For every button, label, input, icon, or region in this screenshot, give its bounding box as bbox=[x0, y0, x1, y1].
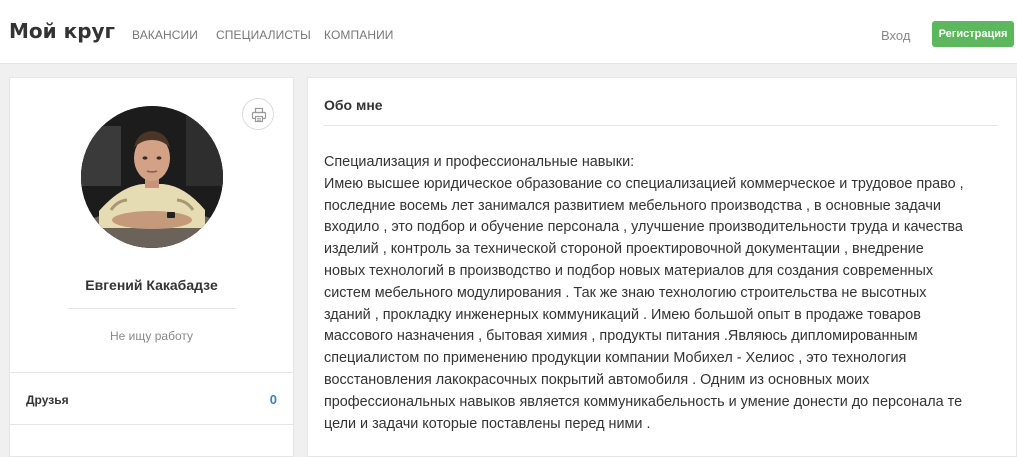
about-card: Обо мне Специализация и профессиональные… bbox=[307, 77, 1017, 457]
about-line: зданий , прокладку инженерных коммуникац… bbox=[324, 306, 921, 323]
login-link[interactable]: Вход bbox=[881, 28, 910, 43]
site-header: Мой круг ВАКАНСИИ СПЕЦИАЛИСТЫ КОМПАНИИ В… bbox=[0, 0, 1017, 64]
printer-icon bbox=[251, 107, 267, 123]
divider bbox=[10, 372, 293, 373]
about-line: профессиональных навыков является коммун… bbox=[324, 393, 963, 410]
about-line: специалистом по применению продукции ком… bbox=[324, 350, 907, 367]
job-status: Не ищу работу bbox=[110, 329, 193, 343]
about-line: систем мебельного модулирования . Так же… bbox=[324, 284, 927, 301]
nav-companies[interactable]: КОМПАНИИ bbox=[324, 28, 394, 42]
register-button[interactable]: Регистрация bbox=[932, 21, 1014, 47]
about-line: новых технологий в производство и подбор… bbox=[324, 262, 934, 279]
about-line: Имею высшее юридическое образование со с… bbox=[324, 175, 964, 192]
about-text: Специализация и профессиональные навыки:… bbox=[324, 152, 1006, 435]
divider bbox=[324, 125, 998, 126]
about-line: восстановления лакокрасочных покрытий ав… bbox=[324, 371, 870, 388]
site-logo[interactable]: Мой круг bbox=[9, 19, 115, 43]
nav-vacancies[interactable]: ВАКАНСИИ bbox=[132, 28, 198, 42]
avatar bbox=[81, 106, 223, 248]
profile-name: Евгений Какабадзе bbox=[85, 277, 218, 293]
friends-count[interactable]: 0 bbox=[270, 392, 277, 408]
profile-card: Евгений Какабадзе Не ищу работу Друзья 0 bbox=[9, 77, 294, 457]
about-line: Специализация и профессиональные навыки: bbox=[324, 154, 635, 170]
divider bbox=[10, 424, 293, 425]
friends-label[interactable]: Друзья bbox=[26, 392, 69, 408]
nav-specialists[interactable]: СПЕЦИАЛИСТЫ bbox=[216, 28, 311, 42]
divider bbox=[67, 308, 237, 309]
about-line: входило , это подбор и обучение персонал… bbox=[324, 219, 963, 236]
print-button[interactable] bbox=[242, 98, 274, 130]
about-title: Обо мне bbox=[324, 97, 383, 113]
about-line: последние восемь лет занимался развитием… bbox=[324, 197, 941, 214]
about-line: массового назначения , бытовая химия , п… bbox=[324, 328, 918, 345]
about-line: изделий , контроль за технической сторон… bbox=[324, 241, 924, 258]
about-line: цели и задачи которые поставлены перед н… bbox=[324, 415, 651, 432]
